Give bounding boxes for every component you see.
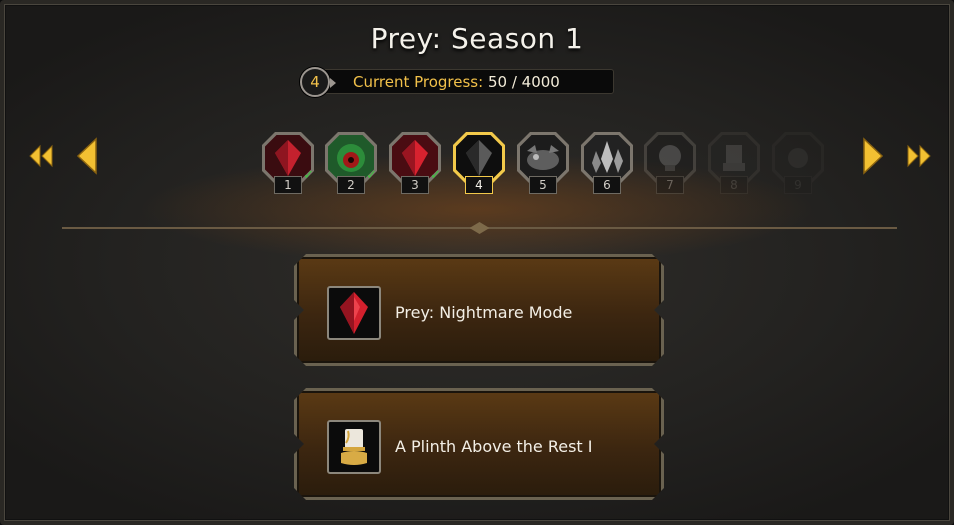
unknown-icon (788, 148, 808, 168)
reward-card-nightmare-mode[interactable]: Prey: Nightmare Mode (294, 254, 664, 366)
reward-card-plinth[interactable]: A Plinth Above the Rest I (294, 388, 664, 500)
tier-number: 5 (529, 176, 557, 194)
level-badge: 4 (300, 67, 336, 97)
progress-label: Current Progress: (353, 73, 484, 91)
first-page-button[interactable] (26, 136, 56, 176)
tier-7[interactable]: 7 (644, 132, 696, 196)
panel-title: Prey: Season 1 (370, 22, 584, 55)
tier-5[interactable]: 5 (517, 132, 569, 196)
plinth-icon (723, 145, 745, 171)
green-eye-icon (337, 144, 365, 172)
orb-icon (659, 145, 681, 171)
progress-bar: Current Progress: 50 / 4000 (314, 69, 614, 94)
tier-number: 7 (656, 176, 684, 194)
red-crystal-icon (340, 292, 368, 334)
check-icon: ✓ (303, 168, 314, 183)
tier-number: 2 (337, 176, 365, 194)
reward-icon (327, 420, 381, 474)
reward-label: A Plinth Above the Rest I (395, 437, 593, 456)
next-page-button[interactable] (856, 136, 886, 176)
tier-2[interactable]: ✓ 2 (325, 132, 377, 196)
chevron-right-icon (863, 137, 884, 175)
progress-value: 50 / 4000 (487, 73, 560, 91)
creature-icon (527, 145, 559, 170)
tier-4[interactable]: 4 (453, 132, 505, 196)
tier-number: 8 (720, 176, 748, 194)
red-crystal-icon (275, 140, 301, 176)
tier-9[interactable]: 9 (772, 132, 824, 196)
tier-number: 6 (593, 176, 621, 194)
tier-8[interactable]: 8 (708, 132, 760, 196)
check-icon: ✓ (366, 168, 377, 183)
reward-icon (327, 286, 381, 340)
plinth-icon (341, 429, 367, 465)
tier-number: 9 (784, 176, 812, 194)
tier-3[interactable]: ✓ 3 (389, 132, 441, 196)
progress-text: Current Progress: 50 / 4000 (353, 73, 560, 91)
last-page-button[interactable] (904, 136, 934, 176)
red-crystal-icon (402, 140, 428, 176)
section-divider (62, 222, 897, 234)
previous-page-button[interactable] (74, 136, 104, 176)
dark-crystal-icon (466, 140, 492, 176)
double-chevron-left-icon (29, 144, 53, 168)
tier-1[interactable]: ✓ 1 (262, 132, 314, 196)
tier-number: 4 (465, 176, 493, 194)
tier-number: 3 (401, 176, 429, 194)
tier-number: 1 (274, 176, 302, 194)
reward-label: Prey: Nightmare Mode (395, 303, 573, 322)
double-chevron-right-icon (907, 144, 931, 168)
crystal-cluster-icon (592, 141, 623, 173)
check-icon: ✓ (430, 168, 441, 183)
season-panel: Prey: Season 1 Current Progress: 50 / 40… (0, 0, 954, 525)
divider-ornament (469, 222, 490, 234)
tier-6[interactable]: 6 (581, 132, 633, 196)
chevron-left-icon (76, 137, 97, 175)
